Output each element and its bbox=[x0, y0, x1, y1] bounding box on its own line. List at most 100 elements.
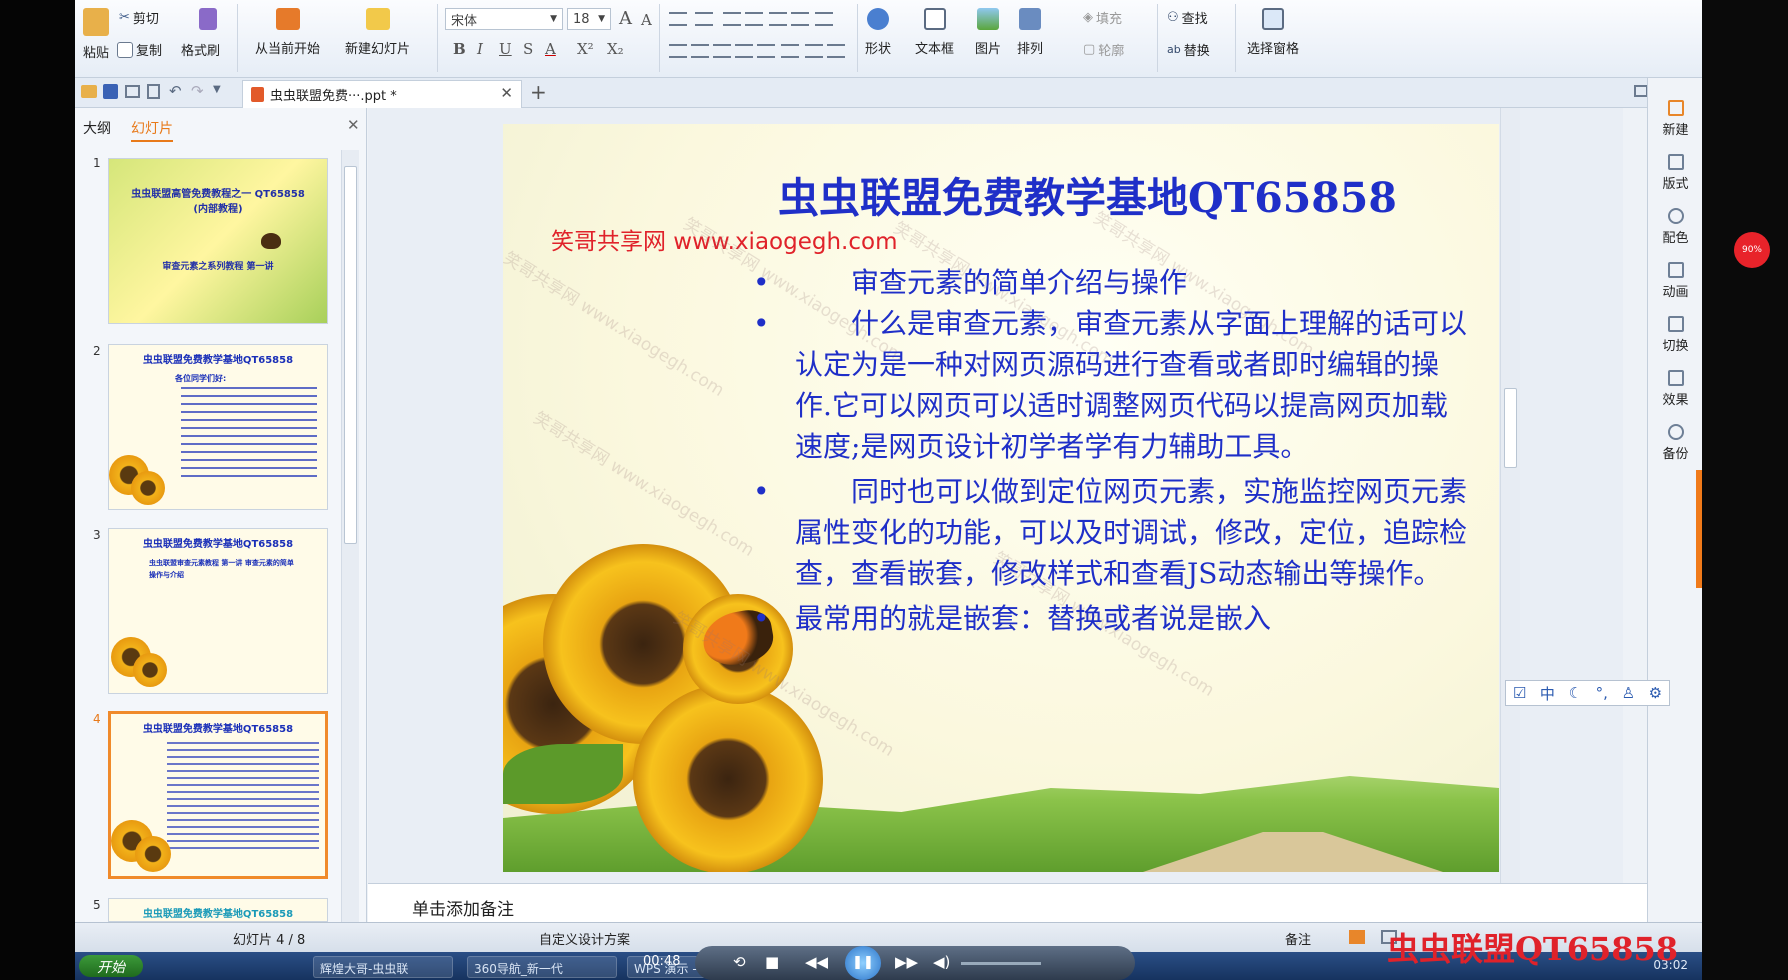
taskbar-item[interactable]: 360导航_新一代 bbox=[467, 956, 617, 978]
undo-icon[interactable]: ↶ bbox=[169, 82, 182, 100]
numbered-list-icon[interactable] bbox=[695, 12, 713, 26]
normal-view-icon[interactable] bbox=[1349, 930, 1365, 944]
copy-button[interactable]: 复制 bbox=[117, 40, 162, 59]
bullet-text: 什么是审查元素，审查元素从字面上理解的话可以认定为是一种对网页源码进行查看或者即… bbox=[795, 307, 1468, 463]
ime-toolbar[interactable]: ☑ 中 ☾ °, ♙ ⚙ bbox=[1505, 680, 1670, 706]
print-icon[interactable] bbox=[125, 85, 140, 98]
punctuation-icon[interactable]: °, bbox=[1596, 684, 1608, 702]
sidebar-item-new[interactable]: 新建 bbox=[1648, 100, 1702, 138]
spacing-after-icon[interactable] bbox=[827, 44, 845, 58]
copy-label: 复制 bbox=[136, 44, 163, 59]
justify-icon[interactable] bbox=[735, 44, 753, 58]
columns-icon[interactable] bbox=[791, 12, 809, 26]
sidebar-item-layout[interactable]: 版式 bbox=[1648, 154, 1702, 192]
scrollbar-thumb[interactable] bbox=[344, 166, 357, 544]
from-current-button[interactable]: 从当前开始 bbox=[255, 8, 320, 57]
slide-thumbnail-5[interactable]: 虫虫联盟免费教学基地QT65858 bbox=[108, 898, 328, 922]
sidebar-item-backup[interactable]: 备份 bbox=[1648, 424, 1702, 462]
sidebar-item-transition[interactable]: 切换 bbox=[1648, 316, 1702, 354]
cut-button[interactable]: ✂ 剪切 bbox=[119, 8, 159, 27]
scrollbar-thumb[interactable] bbox=[1504, 388, 1517, 468]
fill-button[interactable]: ◈ 填充 bbox=[1083, 8, 1122, 27]
slide-thumbnail-1[interactable]: 虫虫联盟高管免费教程之一 QT65858 (内部教程) 审查元素之系列教程 第一… bbox=[108, 158, 328, 324]
design-scheme[interactable]: 自定义设计方案 bbox=[539, 929, 630, 948]
checkbox-icon[interactable]: ☑ bbox=[1513, 684, 1526, 702]
pause-button[interactable]: ❚❚ bbox=[845, 946, 881, 980]
sidebar-item-color-scheme[interactable]: 配色 bbox=[1648, 208, 1702, 246]
line-spacing-icon[interactable] bbox=[769, 12, 787, 26]
open-folder-icon[interactable] bbox=[81, 85, 97, 98]
textbox-button[interactable]: 文本框 bbox=[915, 8, 954, 57]
paste-button[interactable]: 粘贴 bbox=[83, 8, 109, 61]
format-painter-button[interactable]: 格式刷 bbox=[181, 40, 220, 59]
tab-outline[interactable]: 大纲 bbox=[83, 118, 111, 138]
outline-button[interactable]: ▢ 轮廓 bbox=[1083, 40, 1124, 59]
start-button[interactable]: 开始 bbox=[79, 955, 143, 977]
notes-toggle-button[interactable]: 备注 bbox=[1285, 929, 1311, 948]
arrange-button[interactable]: 排列 bbox=[1017, 8, 1043, 57]
spacing-before-icon[interactable] bbox=[805, 44, 823, 58]
print-preview-icon[interactable] bbox=[147, 84, 160, 99]
replace-button[interactable]: ab 替换 bbox=[1167, 40, 1210, 59]
close-panel-icon[interactable]: ✕ bbox=[347, 116, 360, 134]
moon-icon[interactable]: ☾ bbox=[1569, 684, 1582, 702]
tab-slides[interactable]: 幻灯片 bbox=[131, 118, 173, 142]
close-tab-icon[interactable]: ✕ bbox=[500, 84, 513, 102]
bold-icon[interactable]: B bbox=[453, 40, 466, 58]
slide-thumbnail-3[interactable]: 虫虫联盟免费教学基地QT65858 虫虫联盟审查元素教程 第一讲 审查元素的简单… bbox=[108, 528, 328, 694]
slide-title[interactable]: 虫虫联盟免费教学基地QT65858 bbox=[778, 164, 1397, 224]
italic-icon[interactable]: I bbox=[477, 40, 483, 58]
new-slide-button[interactable]: 新建幻灯片 bbox=[345, 8, 410, 57]
shape-button[interactable]: 形状 bbox=[865, 8, 891, 57]
align-center-icon[interactable] bbox=[691, 44, 709, 58]
tab-menu-icon[interactable] bbox=[1634, 85, 1648, 97]
bullet-list-icon[interactable] bbox=[669, 12, 687, 26]
language-icon[interactable]: 中 bbox=[1540, 683, 1555, 704]
tab-document[interactable]: 虫虫联盟免费···.ppt * ✕ bbox=[242, 80, 522, 108]
new-tab-icon[interactable]: + bbox=[530, 80, 547, 104]
notes-pane[interactable]: 单击添加备注 bbox=[368, 883, 1647, 922]
increase-indent-icon[interactable] bbox=[745, 12, 763, 26]
subscript-icon[interactable]: X₂ bbox=[607, 40, 624, 58]
distribute-icon[interactable] bbox=[757, 44, 775, 58]
grow-font-icon[interactable]: A bbox=[619, 8, 632, 29]
slide-scrollbar[interactable] bbox=[1500, 108, 1520, 883]
picture-button[interactable]: 图片 bbox=[975, 8, 1001, 57]
next-icon[interactable]: ▶▶ bbox=[895, 953, 918, 971]
thumb-number: 5 bbox=[93, 898, 101, 912]
shadow-icon[interactable]: S bbox=[523, 40, 533, 58]
previous-icon[interactable]: ◀◀ bbox=[805, 953, 828, 971]
underline-icon[interactable]: U bbox=[499, 40, 512, 58]
slide-thumbnail-2[interactable]: 虫虫联盟免费教学基地QT65858 各位同学们好: bbox=[108, 344, 328, 510]
text-direction-icon[interactable] bbox=[815, 12, 833, 26]
align-right-icon[interactable] bbox=[713, 44, 731, 58]
find-button[interactable]: ⚇ 查找 bbox=[1167, 8, 1208, 27]
sidebar-item-effects[interactable]: 效果 bbox=[1648, 370, 1702, 408]
quick-access-menu-icon[interactable]: ▼ bbox=[213, 84, 221, 95]
stop-icon[interactable]: ■ bbox=[765, 953, 779, 971]
para-spacing-icon[interactable] bbox=[781, 44, 799, 58]
save-icon[interactable] bbox=[103, 84, 118, 99]
align-left-icon[interactable] bbox=[669, 44, 687, 58]
slide-body-text[interactable]: • 审查元素的简单介绍与操作 • 什么是审查元素，审查元素从字面上理解的话可以认… bbox=[753, 262, 1473, 639]
rewind-icon[interactable]: ⟲ bbox=[733, 953, 746, 971]
picture-label: 图片 bbox=[975, 42, 1002, 57]
shrink-font-icon[interactable]: A bbox=[641, 11, 652, 29]
current-slide[interactable]: 虫虫联盟免费教学基地QT65858 笑哥共享网 www.xiaogegh.com… bbox=[503, 124, 1499, 872]
slide-thumbnail-4[interactable]: 虫虫联盟免费教学基地QT65858 bbox=[108, 711, 328, 879]
redo-icon[interactable]: ↷ bbox=[191, 82, 204, 100]
volume-icon[interactable]: ◀) bbox=[933, 953, 950, 971]
selection-pane-button[interactable]: 选择窗格 bbox=[1247, 8, 1299, 57]
font-color-icon[interactable]: A bbox=[545, 40, 556, 58]
thumbnails-scrollbar[interactable] bbox=[341, 150, 359, 922]
font-size-select[interactable]: 18 ▼ bbox=[567, 8, 611, 30]
decrease-indent-icon[interactable] bbox=[723, 12, 741, 26]
sidebar-collapse-handle[interactable] bbox=[1696, 470, 1702, 588]
superscript-icon[interactable]: X² bbox=[577, 40, 594, 58]
taskbar-item[interactable]: 辉煌大哥-虫虫联 bbox=[313, 956, 453, 978]
sidebar-item-animation[interactable]: 动画 bbox=[1648, 262, 1702, 300]
font-name-select[interactable]: 宋体 ▼ bbox=[445, 8, 563, 30]
volume-slider[interactable] bbox=[961, 962, 1041, 965]
settings-gear-icon[interactable]: ⚙ bbox=[1649, 684, 1662, 702]
user-icon[interactable]: ♙ bbox=[1622, 684, 1635, 702]
